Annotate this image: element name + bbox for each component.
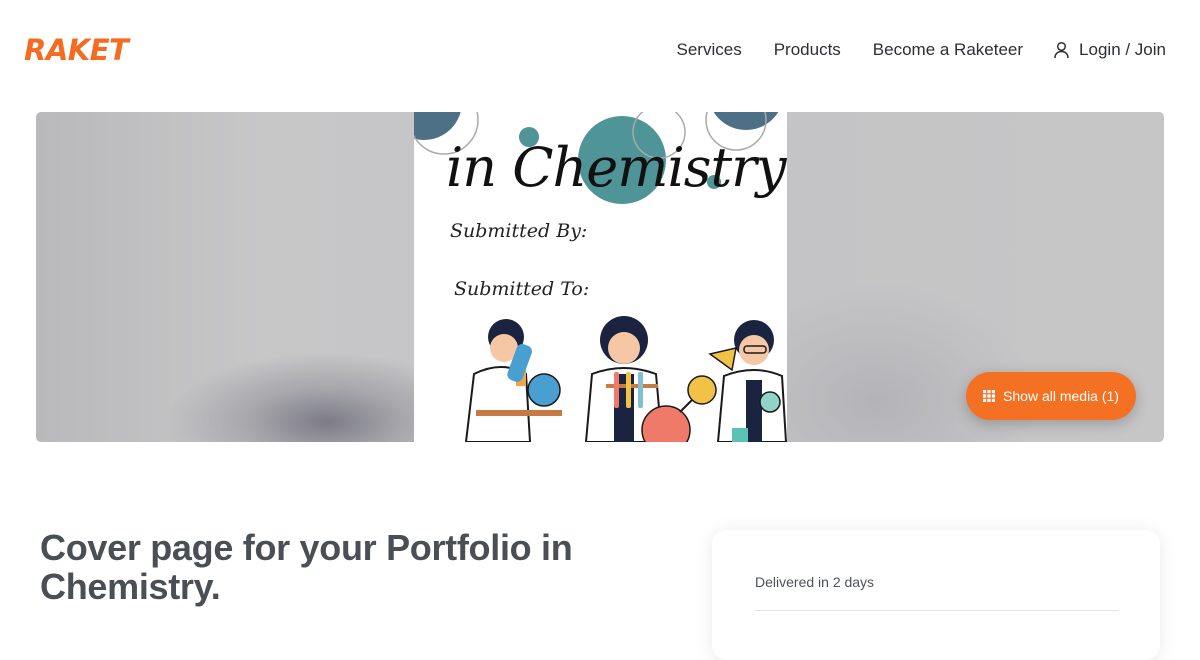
scientist-middle	[584, 316, 717, 442]
scientist-left	[464, 319, 562, 442]
scientist-right	[708, 320, 787, 442]
login-join-link[interactable]: Login / Join	[1053, 38, 1166, 62]
cover-image[interactable]: in Chemistry Submitted By: Submitted To:	[414, 112, 787, 442]
main-nav: Services Products Become a Raketeer Logi…	[645, 38, 1166, 62]
delivery-time: Delivered in 2 days	[755, 574, 875, 590]
page-title: Cover page for your Portfolio in Chemist…	[40, 527, 573, 607]
grid-icon	[983, 390, 996, 402]
nav-products[interactable]: Products	[774, 38, 841, 62]
nav-become-raketeer[interactable]: Become a Raketeer	[873, 38, 1023, 62]
cover-title: in Chemistry	[446, 136, 786, 199]
login-join-label: Login / Join	[1079, 40, 1166, 59]
media-gallery[interactable]: in Chemistry Submitted By: Submitted To:…	[36, 112, 1164, 442]
card-divider	[755, 610, 1119, 611]
cover-submitted-by: Submitted By:	[450, 220, 588, 242]
cover-submitted-to: Submitted To:	[454, 278, 590, 300]
raket-logo[interactable]: RAKET	[24, 32, 129, 68]
show-all-media-label: Show all media (1)	[1003, 388, 1119, 404]
order-card: Delivered in 2 days	[712, 530, 1160, 660]
site-header: RAKET Services Products Become a Raketee…	[0, 0, 1200, 98]
nav-services[interactable]: Services	[677, 38, 742, 62]
show-all-media-button[interactable]: Show all media (1)	[966, 372, 1136, 420]
user-icon	[1054, 41, 1069, 59]
